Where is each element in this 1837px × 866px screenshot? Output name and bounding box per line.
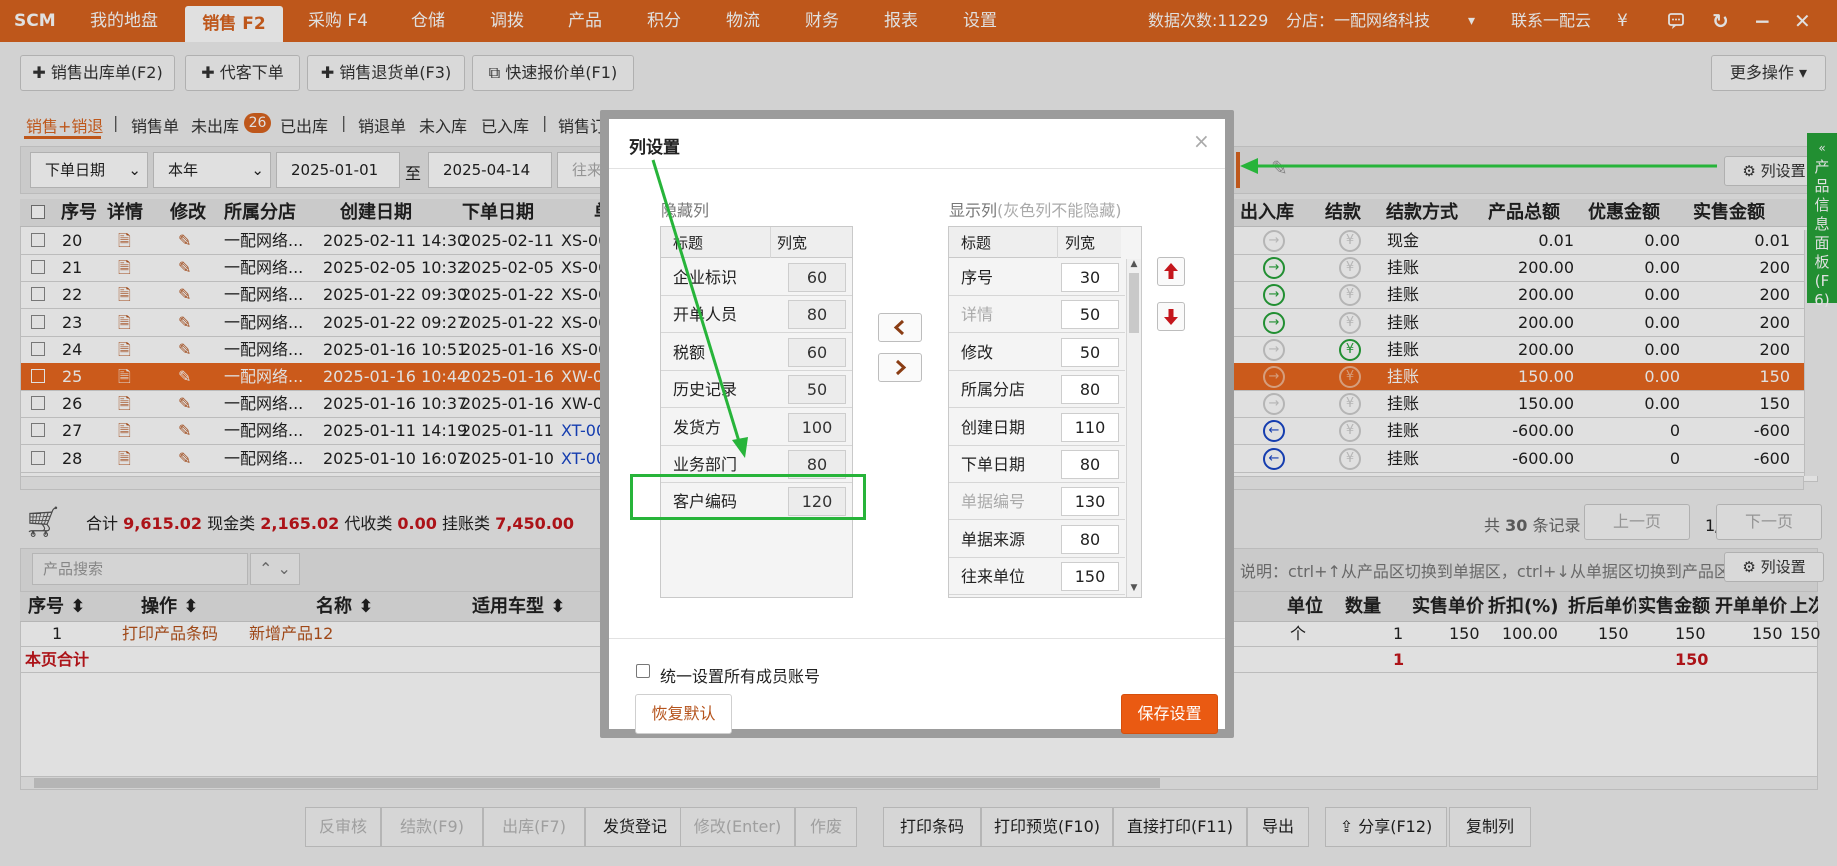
move-to-hidden-button[interactable] — [878, 313, 922, 342]
visible-column-width-input[interactable]: 50 — [1061, 337, 1119, 367]
visible-columns-note: (灰色列不能隐藏) — [997, 201, 1122, 220]
visible-column-label: 序号 — [961, 268, 994, 287]
visible-column-row[interactable]: 往来单位 150 — [949, 558, 1125, 596]
visible-col-title-header: 标题 — [961, 234, 992, 252]
visible-column-row[interactable]: 单据编号 130 — [949, 483, 1125, 521]
header-divider — [1057, 227, 1058, 258]
visible-column-row[interactable]: 所属分店 80 — [949, 371, 1125, 409]
visible-col-width-header: 列宽 — [1065, 234, 1096, 252]
hidden-column-label: 税额 — [673, 342, 706, 362]
visible-column-row[interactable]: 下单日期 80 — [949, 446, 1125, 483]
sync-all-members-label[interactable]: 统一设置所有成员账号 — [660, 663, 820, 687]
arrow-up-icon — [1164, 263, 1178, 279]
scroll-down-icon[interactable]: ▼ — [1128, 583, 1140, 593]
dialog-header — [609, 119, 1225, 169]
scroll-up-icon[interactable]: ▲ — [1128, 259, 1140, 269]
visible-column-label: 单据来源 — [961, 529, 1026, 549]
move-to-visible-button[interactable] — [878, 353, 922, 382]
visible-column-width-input[interactable]: 130 — [1061, 487, 1119, 517]
visible-columns-title: 显示列 — [949, 201, 998, 220]
visible-column-width-input[interactable]: 30 — [1061, 263, 1119, 292]
hidden-column-row[interactable]: 发货方 100 — [661, 408, 852, 446]
visible-column-row[interactable]: 详情 50 — [949, 296, 1125, 334]
visible-column-row[interactable]: 修改 50 — [949, 333, 1125, 371]
highlight-box — [630, 474, 866, 520]
hidden-column-width: 60 — [788, 263, 846, 292]
visible-columns-heading: 显示列(灰色列不能隐藏) — [949, 197, 1122, 221]
visible-column-row[interactable]: 序号 30 — [949, 259, 1125, 296]
arrow-down-icon — [1164, 309, 1178, 325]
visible-column-row[interactable]: 单据来源 80 — [949, 520, 1125, 558]
visible-columns-list: 标题 列宽 序号 30 详情 50 修改 50 所属分店 80 创建日期 110 下单日期 80 单据编… — [948, 226, 1142, 598]
visible-column-width-input[interactable]: 50 — [1061, 300, 1119, 330]
hidden-column-label: 发货方 — [673, 417, 722, 437]
hidden-column-label: 企业标识 — [673, 268, 738, 287]
sync-all-members-checkbox[interactable] — [636, 664, 650, 678]
dialog-footer-divider — [609, 638, 1225, 639]
hidden-column-width: 50 — [788, 375, 846, 405]
hidden-column-row[interactable]: 历史记录 50 — [661, 371, 852, 409]
hidden-column-label: 开单人员 — [673, 305, 738, 325]
visible-column-row[interactable]: 创建日期 110 — [949, 408, 1125, 446]
hidden-column-label: 历史记录 — [673, 380, 738, 400]
visible-column-label: 修改 — [961, 342, 994, 362]
visible-column-width-input[interactable]: 80 — [1061, 450, 1119, 479]
hidden-column-row[interactable]: 税额 60 — [661, 333, 852, 371]
header-divider — [770, 227, 771, 258]
dialog-title: 列设置 — [629, 138, 680, 158]
chevron-left-icon — [893, 319, 905, 336]
visible-column-width-input[interactable]: 80 — [1061, 375, 1119, 405]
visible-column-label: 所属分店 — [961, 380, 1026, 400]
visible-column-width-input[interactable]: 150 — [1061, 562, 1119, 592]
hidden-col-width-header: 列宽 — [777, 234, 808, 252]
visible-column-label: 详情 — [961, 305, 994, 325]
reset-default-button[interactable]: 恢复默认 — [635, 694, 732, 734]
move-up-button[interactable] — [1157, 257, 1185, 286]
hidden-column-width: 100 — [788, 412, 846, 442]
hidden-col-title-header: 标题 — [673, 234, 704, 252]
visible-column-label: 往来单位 — [961, 567, 1026, 587]
move-down-button[interactable] — [1157, 302, 1185, 331]
hidden-column-row[interactable]: 企业标识 60 — [661, 259, 852, 296]
hidden-column-row[interactable]: 开单人员 80 — [661, 296, 852, 334]
visible-column-width-input[interactable]: 80 — [1061, 524, 1119, 554]
scroll-thumb[interactable] — [1129, 273, 1139, 333]
column-settings-dialog: 列设置 × 隐藏列 显示列(灰色列不能隐藏) 标题 列宽 企业标识 60 开单人员 8… — [600, 110, 1234, 738]
hidden-columns-title: 隐藏列 — [661, 201, 710, 220]
hidden-column-width: 80 — [788, 300, 846, 330]
visible-list-scrollbar[interactable]: ▲ ▼ — [1126, 259, 1141, 597]
chevron-right-icon — [895, 359, 907, 376]
hidden-column-width: 60 — [788, 337, 846, 367]
visible-column-width-input[interactable]: 110 — [1061, 412, 1119, 442]
save-settings-button[interactable]: 保存设置 — [1121, 694, 1218, 734]
visible-column-label: 下单日期 — [961, 455, 1026, 474]
visible-column-label: 创建日期 — [961, 417, 1026, 437]
dialog-close-icon[interactable]: × — [1193, 129, 1210, 153]
hidden-columns-list: 标题 列宽 企业标识 60 开单人员 80 税额 60 历史记录 50 发货方 100 业务部门 80… — [660, 226, 853, 598]
visible-column-label: 单据编号 — [961, 492, 1026, 512]
